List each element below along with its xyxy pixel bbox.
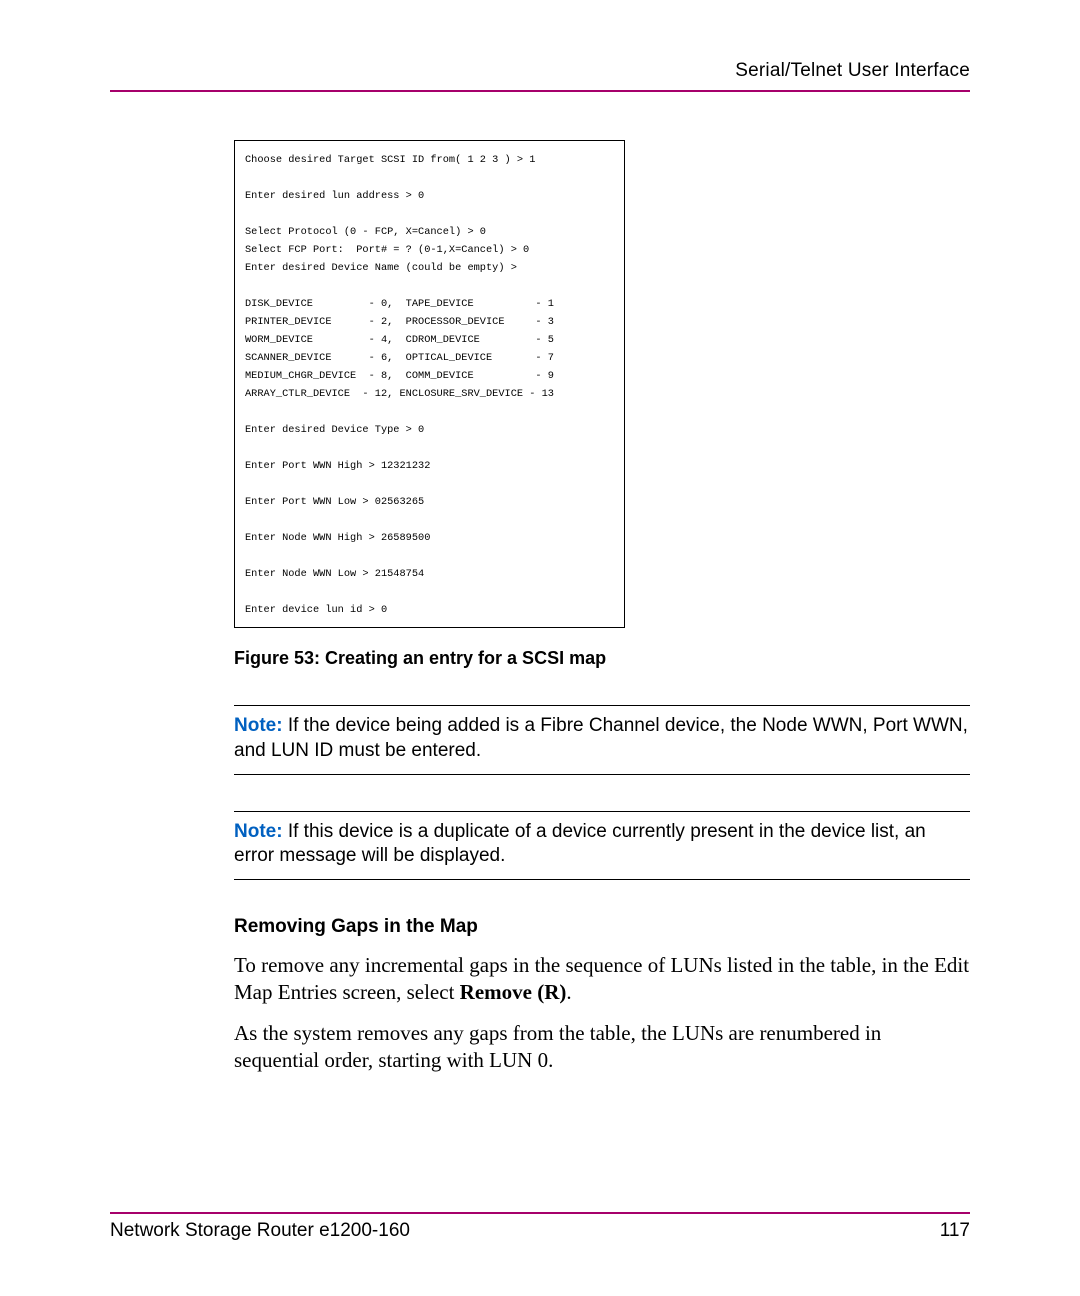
footer-rule xyxy=(110,1212,970,1214)
section-heading: Removing Gaps in the Map xyxy=(234,916,970,938)
content-area: Choose desired Target SCSI ID from( 1 2 … xyxy=(234,140,970,1074)
body-paragraph-2: As the system removes any gaps from the … xyxy=(234,1020,970,1074)
note-label: Note: xyxy=(234,715,283,736)
body-paragraph-1: To remove any incremental gaps in the se… xyxy=(234,952,970,1006)
running-header: Serial/Telnet User Interface xyxy=(110,60,970,82)
figure-caption: Figure 53: Creating an entry for a SCSI … xyxy=(234,648,970,669)
terminal-output: Choose desired Target SCSI ID from( 1 2 … xyxy=(234,140,625,628)
note-block-1: Note: If the device being added is a Fib… xyxy=(234,705,970,774)
note-block-2: Note: If this device is a duplicate of a… xyxy=(234,811,970,880)
page: Serial/Telnet User Interface Choose desi… xyxy=(0,0,1080,1296)
text-span: To remove any incremental gaps in the se… xyxy=(234,953,969,1004)
header-rule xyxy=(110,90,970,92)
note-text: If this device is a duplicate of a devic… xyxy=(234,821,926,867)
note-label: Note: xyxy=(234,821,283,842)
text-span: . xyxy=(566,980,571,1004)
page-footer: Network Storage Router e1200-160 117 xyxy=(110,1212,970,1242)
page-number: 117 xyxy=(940,1220,970,1242)
footer-title: Network Storage Router e1200-160 xyxy=(110,1220,410,1242)
bold-term: Remove (R) xyxy=(460,980,567,1004)
note-text: If the device being added is a Fibre Cha… xyxy=(234,715,968,761)
